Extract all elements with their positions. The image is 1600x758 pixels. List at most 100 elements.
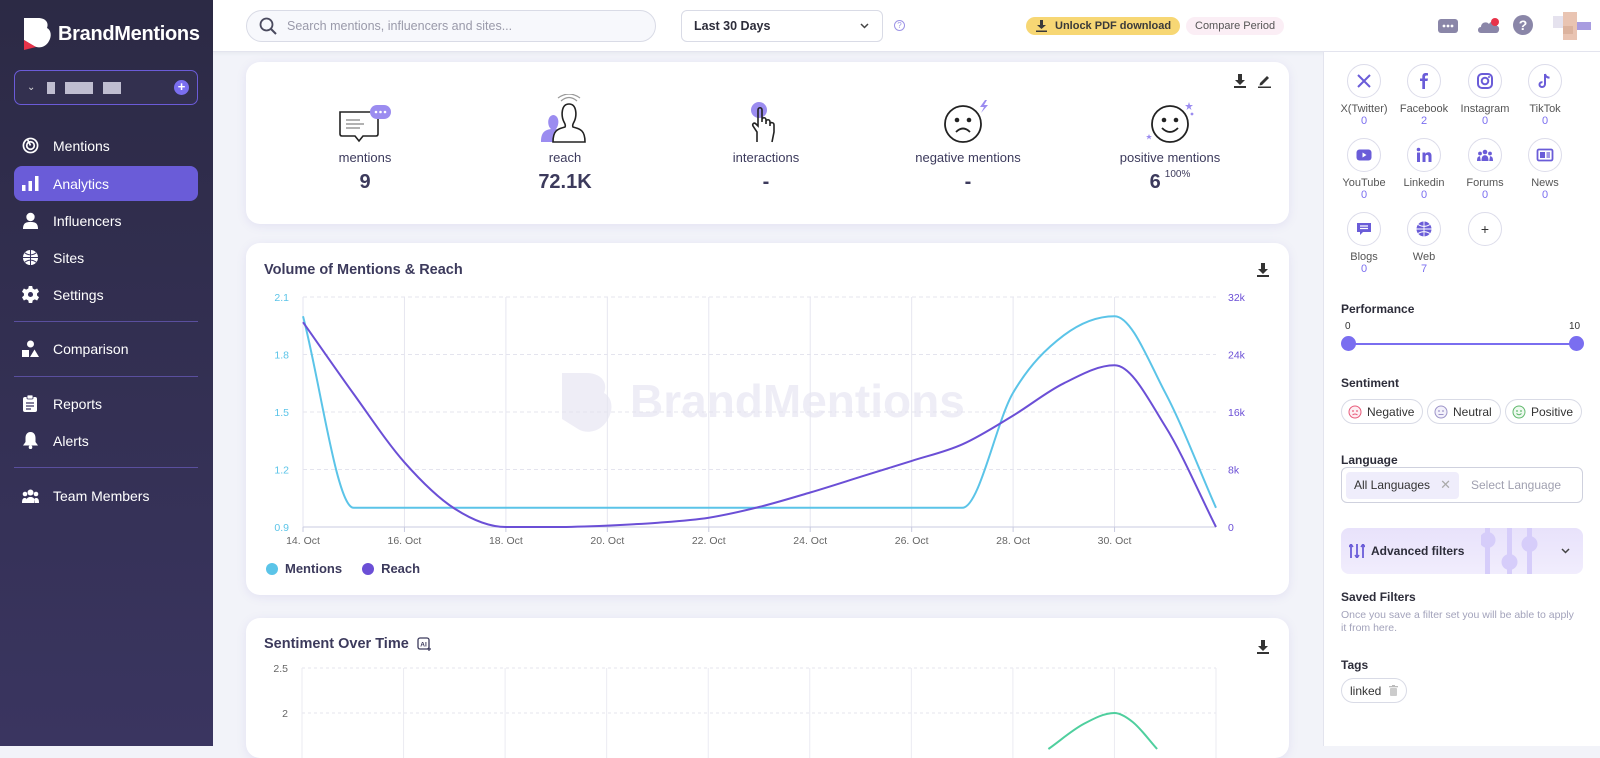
sentiment-neutral-chip[interactable]: Neutral [1427, 399, 1501, 424]
web-icon-wrap [1407, 212, 1441, 246]
remove-language-icon[interactable]: ✕ [1440, 477, 1451, 493]
source-count: 0 [1360, 115, 1368, 127]
chat-icon[interactable] [1438, 19, 1458, 33]
source-filter-facebook[interactable]: Facebook 2 [1394, 64, 1454, 127]
y-right-tick-label: 24k [1228, 350, 1246, 362]
y-right-tick-label: 32k [1228, 292, 1246, 304]
x-tick-label: 14. Oct [286, 535, 320, 547]
source-filter-youtube[interactable]: YouTube 0 [1334, 138, 1394, 201]
date-range-value: Last 30 Days [694, 19, 771, 33]
kpi-percentage: 100% [1164, 169, 1191, 180]
source-filter-web[interactable]: Web 7 [1394, 212, 1454, 275]
sidebar-item-team-members[interactable]: Team Members [14, 478, 198, 513]
sidebar-item-sites[interactable]: Sites [14, 240, 198, 275]
chart-legend: Mentions Reach [266, 561, 420, 576]
brand-name: BrandMentions [58, 22, 200, 45]
shapes-icon [21, 340, 39, 358]
performance-label: Performance [1341, 302, 1415, 316]
source-filter-instagram[interactable]: Instagram 0 [1455, 64, 1515, 127]
sliders-decoration [1481, 528, 1538, 574]
advanced-filters-toggle[interactable]: Advanced filters [1341, 528, 1583, 574]
advanced-filters-label: Advanced filters [1371, 544, 1465, 558]
brand-logo[interactable]: BrandMentions [22, 18, 200, 50]
kpi-label: reach [548, 150, 582, 165]
performance-slider-track[interactable] [1348, 343, 1578, 345]
source-filter-linkedin[interactable]: Linkedin 0 [1394, 138, 1454, 201]
language-tag: All Languages ✕ [1346, 471, 1459, 499]
youtube-icon [1356, 149, 1372, 161]
angry-face-icon [1348, 405, 1362, 418]
kpi-value: - [964, 171, 972, 193]
source-filter-blogs[interactable]: Blogs 0 [1334, 212, 1394, 275]
x-tick-label: 22. Oct [692, 535, 726, 547]
date-help-icon[interactable]: ? [894, 20, 905, 31]
legend-item-reach[interactable]: Reach [362, 561, 420, 576]
sliders-icon [1349, 544, 1365, 558]
search-input[interactable] [287, 19, 627, 33]
y-left-tick-label: 2.1 [274, 292, 289, 304]
x-tick-label: 20. Oct [590, 535, 624, 547]
sidebar-item-alerts[interactable]: Alerts [14, 423, 198, 458]
kpi-mentions: mentions 9 [265, 62, 465, 194]
kpi-label: mentions [338, 150, 392, 165]
sidebar-item-comparison[interactable]: Comparison [14, 331, 198, 366]
kpi-negative-mentions: negative mentions - [868, 62, 1068, 194]
sidebar-item-label: Influencers [53, 212, 122, 229]
compare-period-button[interactable]: Compare Period [1186, 17, 1285, 35]
sidebar-item-label: Settings [53, 286, 104, 303]
sidebar-item-label: Alerts [53, 432, 89, 449]
search-icon [259, 17, 277, 35]
sidebar-item-analytics[interactable]: Analytics [14, 166, 198, 201]
saved-filters-description: Once you save a filter set you will be a… [1341, 609, 1574, 634]
brand-logo-icon [24, 18, 51, 50]
kpi-value: - [762, 171, 770, 193]
trash-icon[interactable] [1389, 685, 1399, 696]
volume-chart-card: Volume of Mentions & Reach BrandMentions… [246, 243, 1289, 595]
sidebar-item-influencers[interactable]: Influencers [14, 203, 198, 238]
notifications-cloud-icon[interactable] [1477, 17, 1501, 34]
user-avatar[interactable] [1553, 12, 1591, 40]
unlock-pdf-button[interactable]: Unlock PDF download [1026, 17, 1181, 35]
add-project-button[interactable]: + [174, 80, 189, 95]
sidebar-item-mentions[interactable]: Mentions [14, 128, 198, 163]
project-selector[interactable]: ⌄ + [14, 70, 198, 105]
instagram-icon [1477, 73, 1493, 89]
kpi-label: interactions [732, 150, 800, 165]
sidebar-item-label: Team Members [53, 487, 150, 504]
source-name: Forums [1466, 177, 1504, 189]
language-tag-label: All Languages [1354, 478, 1431, 492]
globe-icon [21, 249, 39, 267]
x-tick-label: 26. Oct [895, 535, 929, 547]
sidebar-item-label: Analytics [53, 175, 110, 192]
sidebar-item-reports[interactable]: Reports [14, 386, 198, 421]
tag-chip[interactable]: linked [1341, 678, 1408, 703]
chip-label: Positive [1531, 404, 1574, 419]
help-icon[interactable]: ? [1513, 15, 1533, 35]
performance-slider-min-handle[interactable] [1341, 336, 1356, 351]
source-filter-forums[interactable]: Forums 0 [1455, 138, 1515, 201]
source-name: Facebook [1399, 103, 1449, 115]
sidebar-item-settings[interactable]: Settings [14, 277, 198, 312]
sentiment-positive-chip[interactable]: Positive [1505, 399, 1583, 424]
source-filter-tiktok[interactable]: TikTok 0 [1515, 64, 1575, 127]
source-filter-xtwitter[interactable]: X(Twitter) 0 [1334, 64, 1394, 127]
bell-icon [21, 432, 39, 450]
sidebar: BrandMentions ⌄ + Mentions Analytics Inf… [0, 0, 213, 746]
legend-item-mentions[interactable]: Mentions [266, 561, 342, 576]
date-range-select[interactable]: Last 30 Days [681, 10, 883, 42]
kpi-value: 6 100% [1070, 169, 1270, 194]
source-count: 0 [1360, 263, 1368, 275]
sidebar-item-label: Comparison [53, 340, 129, 357]
performance-slider-max-handle[interactable] [1569, 336, 1584, 351]
source-name: Linkedin [1403, 177, 1445, 189]
add-source-button[interactable]: + [1455, 212, 1515, 246]
language-select[interactable]: All Languages ✕ Select Language [1341, 467, 1583, 503]
tap-hand-icon [751, 102, 775, 143]
legend-marker [266, 562, 278, 575]
x-twitter-icon [1357, 74, 1371, 88]
source-filter-news[interactable]: News 0 [1515, 138, 1575, 201]
sentiment-negative-chip[interactable]: Negative [1341, 399, 1424, 424]
search-box[interactable] [246, 10, 656, 42]
x-tick-label: 28. Oct [996, 535, 1030, 547]
top-bar: Last 30 Days ? Unlock PDF download Compa… [213, 0, 1600, 52]
